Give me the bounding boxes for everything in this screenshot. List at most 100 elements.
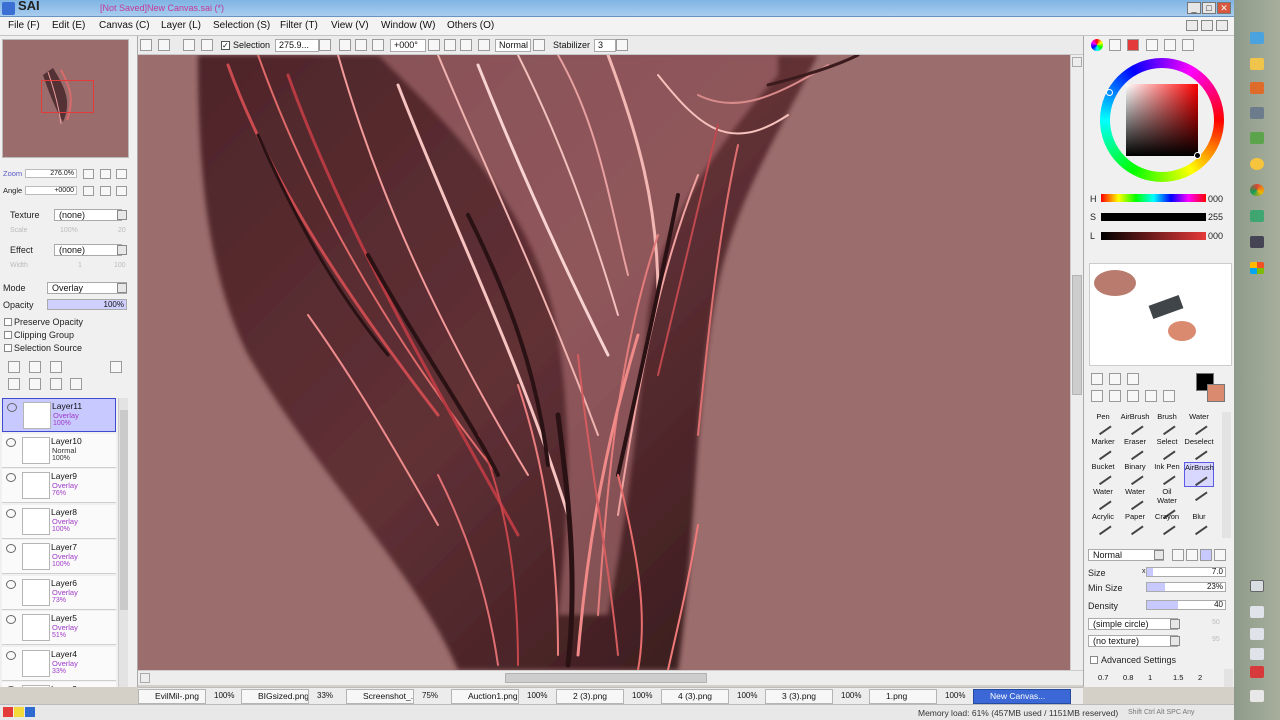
canvas-tab[interactable]: BIGsized.png — [241, 689, 309, 704]
right-panel-scrollbar[interactable] — [1224, 669, 1233, 687]
vertical-scroll-up[interactable] — [1072, 57, 1082, 67]
browser-icon[interactable] — [1250, 132, 1264, 144]
canvas-vertical-scrollbar[interactable] — [1070, 55, 1083, 670]
effect-select[interactable]: (none) — [54, 244, 122, 256]
delete-layer-icon[interactable] — [70, 378, 82, 390]
eye-icon[interactable] — [6, 473, 16, 482]
brush-tool[interactable]: Brush — [1152, 412, 1182, 437]
brush-tool[interactable]: Ink Pen — [1152, 462, 1182, 487]
eyedropper-tool-icon[interactable] — [1163, 390, 1175, 402]
secondary-color-swatch[interactable] — [1207, 384, 1225, 402]
mode-select[interactable]: Overlay — [47, 282, 127, 294]
brush-size-slider[interactable]: 7.0 — [1146, 567, 1226, 577]
swatches-mode-icon[interactable] — [1146, 39, 1158, 51]
rotate-left-icon[interactable] — [428, 39, 440, 51]
maximize-button[interactable]: □ — [1202, 2, 1216, 14]
horizontal-scroll-thumb[interactable] — [505, 673, 707, 683]
canvas-horizontal-scrollbar[interactable] — [138, 670, 1083, 685]
eye-icon[interactable] — [6, 437, 16, 447]
shield-icon[interactable] — [1250, 666, 1264, 678]
brush-tool[interactable]: Acrylic — [1088, 512, 1118, 537]
brush-blend-mode-dropdown-icon[interactable] — [1154, 550, 1164, 560]
scratchpad-mode-icon[interactable] — [1164, 39, 1176, 51]
brush-tool[interactable]: Oil Water — [1152, 487, 1182, 520]
smiley-icon[interactable] — [1250, 158, 1264, 170]
app-icon[interactable] — [1250, 210, 1264, 222]
chrome-icon[interactable] — [1250, 184, 1264, 196]
horizontal-scroll-left[interactable] — [140, 673, 150, 683]
brush-tool[interactable]: Water — [1088, 487, 1118, 512]
eye-icon[interactable] — [6, 686, 16, 687]
new-linework-layer-icon[interactable] — [29, 361, 41, 373]
menu-file[interactable]: File (F) — [8, 20, 40, 31]
brush-shape-sharp-icon[interactable] — [1172, 549, 1184, 561]
brush-tool[interactable]: Binary — [1120, 462, 1150, 487]
color-wheel[interactable] — [1100, 58, 1224, 182]
stabilizer-dropdown-icon[interactable] — [616, 39, 628, 51]
brush-tool[interactable]: Water — [1120, 487, 1150, 512]
brush-tool[interactable]: AirBrush — [1184, 462, 1214, 487]
scratchpad[interactable] — [1089, 263, 1232, 366]
layer-row[interactable]: Layer9 Overlay 76% — [2, 469, 116, 503]
rotation-field[interactable]: +000° — [390, 39, 426, 52]
copy-layer-icon[interactable] — [8, 378, 20, 390]
layer-row[interactable]: Layer10 Normal 100% — [2, 433, 116, 468]
eye-icon[interactable] — [6, 650, 16, 660]
rgb-slider-mode-icon[interactable] — [1109, 39, 1121, 51]
deselect-icon[interactable] — [183, 39, 195, 51]
nav-zoom-reset-icon[interactable] — [116, 169, 127, 179]
layer-list-scroll-thumb[interactable] — [120, 410, 128, 610]
canvas-tab[interactable]: Screenshot_... — [346, 689, 414, 704]
density-slider[interactable]: 40 — [1146, 600, 1226, 610]
scratchpad-swatch-brown[interactable] — [1094, 270, 1136, 296]
folder-icon[interactable] — [1250, 58, 1264, 70]
selection-checkbox[interactable]: ✓ — [221, 41, 230, 50]
undo-icon[interactable] — [140, 39, 152, 51]
brush-shape-dropdown-icon[interactable] — [1170, 619, 1180, 629]
mdi-close-button[interactable] — [1216, 20, 1228, 31]
canvas-tab[interactable]: 3 (3).png — [765, 689, 833, 704]
menu-layer[interactable]: Layer (L) — [161, 20, 201, 31]
flag-icon[interactable] — [1250, 648, 1264, 660]
hsv-slider-mode-icon[interactable] — [1127, 39, 1139, 51]
nav-zoom-out-icon[interactable] — [83, 169, 94, 179]
zoom-fit-icon[interactable] — [372, 39, 384, 51]
new-folder-icon[interactable] — [50, 361, 62, 373]
zoom-tool-icon[interactable] — [1109, 390, 1121, 402]
layer-row[interactable]: Layer3 — [2, 682, 116, 687]
menu-filter[interactable]: Filter (T) — [280, 20, 318, 31]
hand-tool-icon[interactable] — [1145, 390, 1157, 402]
menu-view[interactable]: View (V) — [331, 20, 369, 31]
brush-tool[interactable]: Eraser — [1120, 437, 1150, 462]
magic-wand-tool-icon[interactable] — [1127, 373, 1139, 385]
keyboard-icon[interactable] — [1250, 580, 1264, 592]
eye-icon[interactable] — [6, 544, 16, 553]
brush-tool[interactable]: Paper — [1120, 512, 1150, 537]
eye-icon[interactable] — [6, 615, 16, 624]
rotate-reset-icon[interactable] — [460, 39, 472, 51]
menu-selection[interactable]: Selection (S) — [213, 20, 270, 31]
nav-rotate-left-icon[interactable] — [83, 186, 94, 196]
zoom-slider[interactable]: 276.0% — [25, 169, 77, 178]
layer-list-scrollbar[interactable] — [118, 398, 128, 687]
gear-icon[interactable] — [1250, 107, 1264, 119]
mdi-minimize-button[interactable] — [1186, 20, 1198, 31]
size-preset[interactable]: 0.7 — [1098, 673, 1108, 682]
new-layer-icon[interactable] — [8, 361, 20, 373]
nav-rotate-right-icon[interactable] — [100, 186, 111, 196]
layer-mask-icon[interactable] — [110, 361, 122, 373]
brush-tool[interactable]: Blur — [1184, 512, 1214, 537]
brush-tool[interactable]: Pen — [1088, 412, 1118, 437]
ie-icon[interactable] — [1250, 32, 1264, 44]
scratchpad-swatch-dark[interactable] — [1148, 294, 1184, 320]
rotate-right-icon[interactable] — [444, 39, 456, 51]
color-square[interactable] — [1126, 84, 1198, 156]
lasso-tool-icon[interactable] — [1109, 373, 1121, 385]
move-tool-icon[interactable] — [1091, 390, 1103, 402]
blend-mode-dropdown-icon[interactable] — [533, 39, 545, 51]
texture-dropdown-icon[interactable] — [117, 210, 127, 220]
effect-dropdown-icon[interactable] — [117, 245, 127, 255]
angle-slider[interactable]: +0000 — [25, 186, 77, 195]
zoom-out-icon[interactable] — [339, 39, 351, 51]
eye-icon[interactable] — [7, 403, 17, 412]
